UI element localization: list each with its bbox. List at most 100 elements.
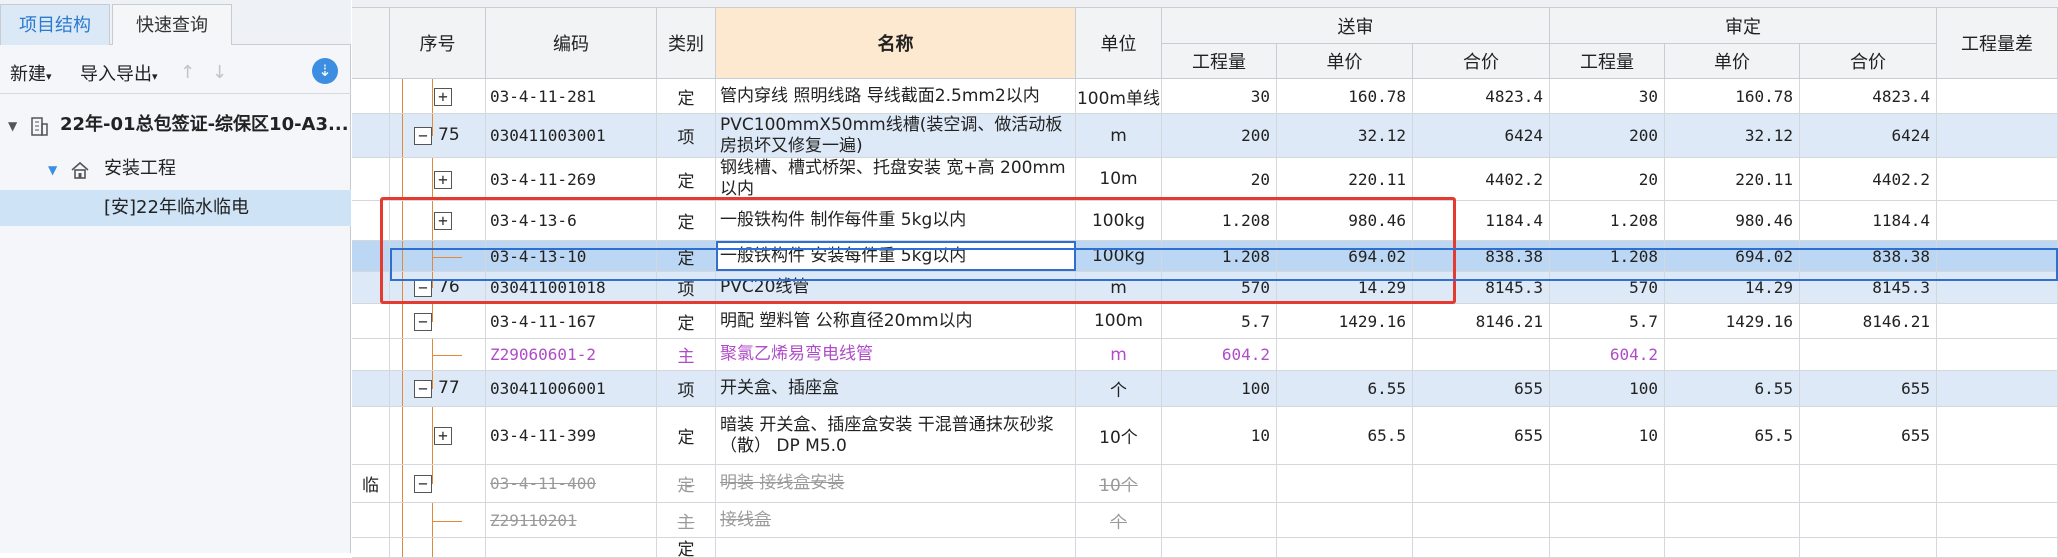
- cell-diff[interactable]: [1937, 339, 2058, 370]
- cell-name[interactable]: 一般铁构件 制作每件重 5kg以内: [716, 201, 1076, 240]
- cell-a-qty[interactable]: 20: [1550, 158, 1665, 200]
- cell-a-price[interactable]: 160.78: [1665, 79, 1800, 113]
- table-row[interactable]: +03-4-11-269 定钢线槽、槽式桥架、托盘安装 宽+高 200mm以内 10…: [352, 158, 2058, 201]
- cell-s-price[interactable]: 14.29: [1277, 272, 1413, 303]
- cell-type[interactable]: 定: [657, 241, 716, 271]
- cell-s-price[interactable]: 1429.16: [1277, 304, 1413, 338]
- cell-unit[interactable]: m: [1076, 272, 1162, 303]
- cell-unit[interactable]: 个: [1076, 371, 1162, 406]
- cell-code[interactable]: 03-4-11-400: [486, 465, 657, 502]
- header-type[interactable]: 类别: [657, 8, 716, 79]
- cell-a-total[interactable]: 655: [1800, 371, 1937, 406]
- cell-s-total[interactable]: 8145.3: [1413, 272, 1550, 303]
- cell-s-total[interactable]: 4402.2: [1413, 158, 1550, 200]
- table-row[interactable]: +03-4-13-6 定一般铁构件 制作每件重 5kg以内 100kg 1.208 98…: [352, 201, 2058, 241]
- cell-name[interactable]: 暗装 开关盒、插座盒安装 干混普通抹灰砂浆（散） DP M5.0: [716, 407, 1076, 464]
- cell-s-qty[interactable]: 604.2: [1162, 339, 1277, 370]
- cell-s-price[interactable]: 65.5: [1277, 407, 1413, 464]
- cell-name[interactable]: 聚氯乙烯易弯电线管: [716, 339, 1076, 370]
- expand-icon[interactable]: +: [434, 212, 452, 230]
- cell-a-qty[interactable]: 1.208: [1550, 241, 1665, 271]
- cell-s-total[interactable]: [1413, 503, 1550, 537]
- cell-type[interactable]: 项: [657, 114, 716, 157]
- table-row[interactable]: −03-4-11-167 定明配 塑料管 公称直径20mm以内 100m 5.7 142…: [352, 304, 2058, 339]
- cell-a-qty[interactable]: 1.208: [1550, 201, 1665, 240]
- cell-name[interactable]: 明配 塑料管 公称直径20mm以内: [716, 304, 1076, 338]
- cell-name[interactable]: 一般铁构件 安装每件重 5kg以内: [716, 241, 1076, 271]
- cell-s-price[interactable]: [1277, 503, 1413, 537]
- cell-unit[interactable]: m: [1076, 114, 1162, 157]
- cell-seq[interactable]: [390, 538, 486, 557]
- cell-s-total[interactable]: 8146.21: [1413, 304, 1550, 338]
- cell-s-price[interactable]: 32.12: [1277, 114, 1413, 157]
- tree-item-unit[interactable]: [安]22年临水临电: [0, 190, 351, 226]
- header-submit-total[interactable]: 合价: [1413, 44, 1550, 79]
- cell-type[interactable]: 定: [657, 538, 716, 557]
- cell-s-price[interactable]: [1277, 339, 1413, 370]
- cell-diff[interactable]: [1937, 538, 2058, 557]
- cell-s-price[interactable]: 694.02: [1277, 241, 1413, 271]
- cell-a-qty[interactable]: 30: [1550, 79, 1665, 113]
- cell-s-total[interactable]: 655: [1413, 407, 1550, 464]
- cell-seq[interactable]: [390, 503, 486, 537]
- cell-unit[interactable]: 100kg: [1076, 241, 1162, 271]
- collapse-icon[interactable]: −: [414, 312, 432, 331]
- cell-a-total[interactable]: [1800, 465, 1937, 502]
- table-row[interactable]: −76 030411001018 项 PVC20线管 m 570 14.29 8145.3 57…: [352, 272, 2058, 304]
- cell-a-price[interactable]: 1429.16: [1665, 304, 1800, 338]
- cell-a-price[interactable]: 14.29: [1665, 272, 1800, 303]
- table-row[interactable]: 临 − 03-4-11-400 定明装 接线盒安装 10个: [352, 465, 2058, 503]
- cell-diff[interactable]: [1937, 465, 2058, 502]
- cell-flag[interactable]: [352, 538, 390, 557]
- cell-name[interactable]: 管内穿线 照明线路 导线截面2.5mm2以内: [716, 79, 1076, 113]
- cell-flag[interactable]: [352, 304, 390, 338]
- cell-unit[interactable]: 10m: [1076, 158, 1162, 200]
- cell-name[interactable]: 钢线槽、槽式桥架、托盘安装 宽+高 200mm以内: [716, 158, 1076, 200]
- cell-a-qty[interactable]: 200: [1550, 114, 1665, 157]
- cell-seq[interactable]: −: [390, 304, 486, 338]
- cell-a-total[interactable]: 655: [1800, 407, 1937, 464]
- table-row[interactable]: +03-4-11-281 定管内穿线 照明线路 导线截面2.5mm2以内 100m单…: [352, 79, 2058, 114]
- cell-s-total[interactable]: 4823.4: [1413, 79, 1550, 113]
- cell-seq[interactable]: −76: [390, 272, 486, 303]
- cell-diff[interactable]: [1937, 407, 2058, 464]
- cell-diff[interactable]: [1937, 241, 2058, 271]
- download-icon[interactable]: ⇣: [312, 58, 338, 84]
- cell-seq[interactable]: +: [390, 201, 486, 240]
- cell-s-total[interactable]: 838.38: [1413, 241, 1550, 271]
- cell-code[interactable]: Z29060601-2: [486, 339, 657, 370]
- cell-type[interactable]: 定: [657, 304, 716, 338]
- cell-a-qty[interactable]: [1550, 503, 1665, 537]
- cell-a-qty[interactable]: 10: [1550, 407, 1665, 464]
- cell-flag[interactable]: [352, 158, 390, 200]
- cell-flag[interactable]: [352, 241, 390, 271]
- cell-flag[interactable]: 临: [352, 465, 390, 502]
- cell-a-total[interactable]: 1184.4: [1800, 201, 1937, 240]
- cell-code[interactable]: [486, 538, 657, 557]
- cell-seq[interactable]: [390, 241, 486, 271]
- cell-s-total[interactable]: [1413, 465, 1550, 502]
- cell-diff[interactable]: [1937, 158, 2058, 200]
- cell-code[interactable]: 03-4-11-269: [486, 158, 657, 200]
- cell-a-total[interactable]: 838.38: [1800, 241, 1937, 271]
- cell-unit[interactable]: 100kg: [1076, 201, 1162, 240]
- cell-a-price[interactable]: 980.46: [1665, 201, 1800, 240]
- tab-quick-query[interactable]: 快速查询: [112, 4, 232, 45]
- tree-item-install[interactable]: ▼ 安装工程: [0, 152, 351, 186]
- cell-s-total[interactable]: [1413, 339, 1550, 370]
- cell-a-price[interactable]: 65.5: [1665, 407, 1800, 464]
- cell-seq[interactable]: −: [390, 465, 486, 502]
- cell-s-total[interactable]: 655: [1413, 371, 1550, 406]
- header-submit-price[interactable]: 单价: [1277, 44, 1413, 79]
- cell-seq[interactable]: +: [390, 407, 486, 464]
- cell-s-total[interactable]: 6424: [1413, 114, 1550, 157]
- cell-s-qty[interactable]: 1.208: [1162, 201, 1277, 240]
- collapse-icon[interactable]: −: [414, 279, 432, 297]
- table-row[interactable]: Z29110201 主接线盒个: [352, 503, 2058, 538]
- cell-s-price[interactable]: [1277, 538, 1413, 557]
- cell-diff[interactable]: [1937, 201, 2058, 240]
- collapse-icon[interactable]: −: [414, 380, 432, 398]
- cell-seq[interactable]: +: [390, 79, 486, 113]
- move-down-icon[interactable]: ↓: [212, 62, 227, 83]
- cell-type[interactable]: 主: [657, 503, 716, 537]
